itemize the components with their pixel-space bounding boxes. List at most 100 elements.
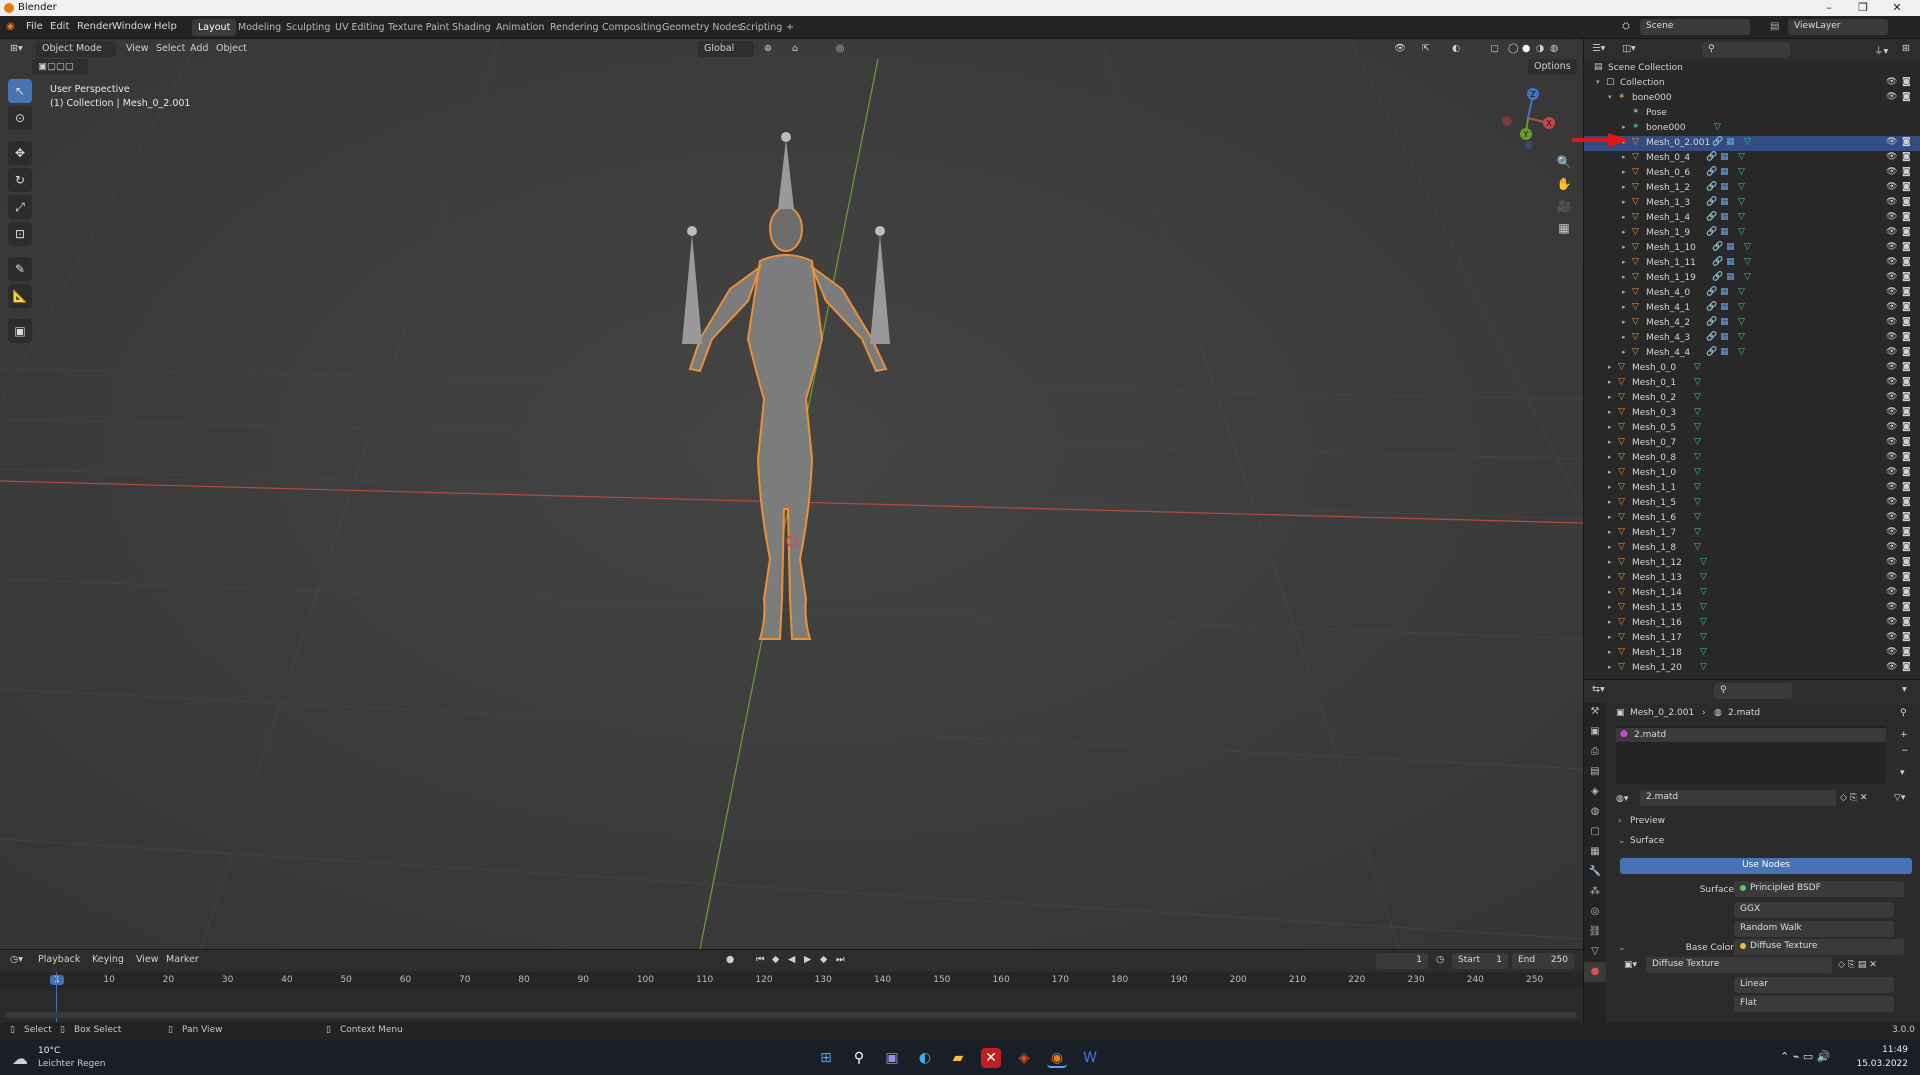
texture-name-field[interactable]: Diffuse Texture (1646, 957, 1832, 973)
mesh-data-icon[interactable]: ▽ (1694, 497, 1701, 507)
menu-add[interactable]: Add (190, 43, 208, 54)
mesh-data-icon[interactable]: ▽ (1694, 422, 1701, 432)
modifier-icon[interactable]: 🔗 ▦ (1706, 167, 1729, 177)
expand-right-icon[interactable]: ▸ (1608, 483, 1612, 491)
expand-right-icon[interactable]: ▸ (1608, 423, 1612, 431)
display-mode-icon[interactable]: ◫▾ (1622, 43, 1636, 54)
visibility-eye-icon[interactable]: 👁 (1886, 557, 1897, 567)
render-camera-icon[interactable]: ◙ (1902, 287, 1911, 297)
jump-start-icon[interactable]: ⏮ (756, 954, 765, 965)
next-keyframe-icon[interactable]: ◆ (820, 954, 827, 965)
end-frame-field[interactable]: End 250 (1512, 953, 1574, 969)
move-tool-icon[interactable]: ✥ (8, 141, 32, 165)
visibility-eye-icon[interactable]: 👁 (1886, 587, 1897, 597)
tab-animation[interactable]: Animation (490, 19, 550, 36)
render-camera-icon[interactable]: ◙ (1902, 302, 1911, 312)
ortho-toggle-icon[interactable]: ▦ (1553, 221, 1575, 241)
expand-right-icon[interactable]: ▸ (1622, 213, 1626, 221)
expand-right-icon[interactable]: ▸ (1622, 288, 1626, 296)
visibility-eye-icon[interactable]: 👁 (1886, 377, 1897, 387)
material-name-field[interactable]: 2.matd (1640, 790, 1836, 806)
visibility-eye-icon[interactable]: 👁 (1886, 212, 1897, 222)
proportional-edit-icon[interactable]: ◎ (836, 43, 844, 54)
outliner-mesh[interactable]: ▸ ▽ Mesh_1_8 ▽ 👁 ◙ (1584, 541, 1920, 556)
mesh-data-icon[interactable]: ▽ (1694, 467, 1701, 477)
visibility-eye-icon[interactable]: 👁 (1886, 422, 1897, 432)
expand-right-icon[interactable]: ▸ (1608, 498, 1612, 506)
expand-right-icon[interactable]: ▸ (1622, 168, 1626, 176)
new-collection-icon[interactable]: ⊞ (1902, 43, 1910, 54)
visibility-eye-icon[interactable]: 👁 (1886, 152, 1897, 162)
outliner-mesh[interactable]: ▸ ▽ Mesh_1_13 ▽ 👁 ◙ (1584, 571, 1920, 586)
expand-right-icon[interactable]: ▸ (1608, 438, 1612, 446)
render-camera-icon[interactable]: ◙ (1902, 602, 1911, 612)
outliner-scene-collection[interactable]: ▤ Scene Collection (1584, 61, 1920, 76)
edge-icon[interactable]: ◐ (915, 1048, 935, 1068)
close-window-button[interactable]: ✕ (1880, 0, 1914, 16)
menu-view[interactable]: View (126, 43, 149, 54)
mesh-data-icon[interactable]: ▽ (1694, 452, 1701, 462)
render-camera-icon[interactable]: ◙ (1902, 632, 1911, 642)
expand-right-icon[interactable]: ▸ (1622, 243, 1626, 251)
render-camera-icon[interactable]: ◙ (1902, 167, 1911, 177)
start-frame-field[interactable]: Start 1 (1452, 953, 1508, 969)
outliner-child-mesh[interactable]: ▸ ▽ Mesh_4_2 🔗 ▦ ▽ 👁 ◙ (1584, 316, 1920, 331)
overlay-toggle-icon[interactable]: ◐ (1452, 43, 1460, 54)
mesh-data-icon[interactable]: ▽ (1738, 197, 1745, 207)
mesh-data-icon[interactable]: ▽ (1714, 122, 1721, 132)
mesh-data-icon[interactable]: ▽ (1738, 302, 1745, 312)
system-tray-icons[interactable]: ⌃ ⌁ ▭ 🔊 (1780, 1050, 1830, 1063)
remove-slot-button[interactable]: − (1901, 746, 1909, 756)
surface-panel-header[interactable]: Surface (1630, 836, 1664, 846)
render-camera-icon[interactable]: ◙ (1902, 407, 1911, 417)
tab-modeling[interactable]: Modeling (232, 19, 287, 36)
collection-tab-icon[interactable]: ▢ (1584, 822, 1606, 842)
expand-right-icon[interactable]: ▸ (1608, 663, 1612, 671)
visibility-eye-icon[interactable]: 👁 (1886, 512, 1897, 522)
add-slot-button[interactable]: + (1900, 730, 1908, 740)
mesh-data-icon[interactable]: ▽ (1694, 392, 1701, 402)
zoom-icon[interactable]: 🔍 (1553, 155, 1575, 175)
render-camera-icon[interactable]: ◙ (1902, 242, 1911, 252)
base-color-chevron-icon[interactable]: ⌄ (1618, 943, 1626, 953)
mesh-data-icon[interactable]: ▽ (1738, 332, 1745, 342)
blender-taskbar-icon[interactable]: ◉ (1047, 1048, 1067, 1068)
mesh-data-icon[interactable]: ▽ (1738, 287, 1745, 297)
visibility-eye-icon[interactable]: 👁 (1886, 257, 1897, 267)
object-mode-dropdown[interactable]: Object Mode (36, 41, 116, 57)
outliner-child-mesh[interactable]: ▸ ▽ Mesh_0_6 🔗 ▦ ▽ 👁 ◙ (1584, 166, 1920, 181)
transform-tool-icon[interactable]: ⊡ (8, 222, 32, 246)
tab-layout[interactable]: Layout (192, 19, 237, 36)
play-reverse-icon[interactable]: ◀ (788, 954, 795, 965)
menu-marker[interactable]: Marker (166, 954, 199, 965)
material-slot-row[interactable]: ● 2.matd (1616, 728, 1886, 742)
modifier-icon[interactable]: 🔗 ▦ (1706, 182, 1729, 192)
render-camera-icon[interactable]: ◙ (1902, 392, 1911, 402)
outliner-pose[interactable]: ✶ Pose (1584, 106, 1920, 121)
measure-tool-icon[interactable]: 📐 (8, 284, 32, 308)
visibility-eye-icon[interactable]: 👁 (1886, 242, 1897, 252)
expand-right-icon[interactable]: ▸ (1622, 318, 1626, 326)
mesh-data-icon[interactable]: ▽ (1694, 377, 1701, 387)
camera-view-icon[interactable]: 🎥 (1553, 199, 1575, 219)
outliner-mesh[interactable]: ▸ ▽ Mesh_1_15 ▽ 👁 ◙ (1584, 601, 1920, 616)
pin-icon[interactable]: ⚲ (1900, 708, 1907, 718)
menu-timeline-view[interactable]: View (136, 954, 159, 965)
visibility-eye-icon[interactable]: 👁 (1886, 347, 1897, 357)
expand-right-icon[interactable]: ▸ (1608, 573, 1612, 581)
distribution-dropdown[interactable]: GGX (1734, 902, 1894, 918)
render-camera-icon[interactable]: ◙ (1902, 77, 1911, 87)
image-actions-icon[interactable]: ◇ ⎘ ▤ ✕ (1838, 960, 1877, 970)
mesh-data-icon[interactable]: ▽ (1694, 407, 1701, 417)
paint-app-icon[interactable]: ◈ (1014, 1048, 1034, 1068)
rotate-tool-icon[interactable]: ↻ (8, 168, 32, 192)
outliner-child-mesh[interactable]: ▸ ▽ Mesh_1_9 🔗 ▦ ▽ 👁 ◙ (1584, 226, 1920, 241)
maximize-button[interactable]: ❐ (1846, 0, 1880, 16)
modifier-icon[interactable]: 🔗 ▦ (1706, 347, 1729, 357)
render-camera-icon[interactable]: ◙ (1902, 317, 1911, 327)
teams-icon[interactable]: ▣ (882, 1048, 902, 1068)
outliner-mesh[interactable]: ▸ ▽ Mesh_1_14 ▽ 👁 ◙ (1584, 586, 1920, 601)
outliner-mesh[interactable]: ▸ ▽ Mesh_1_20 ▽ 👁 ◙ (1584, 661, 1920, 676)
visibility-eye-icon[interactable]: 👁 (1886, 632, 1897, 642)
mesh-data-icon[interactable]: ▽ (1744, 272, 1751, 282)
